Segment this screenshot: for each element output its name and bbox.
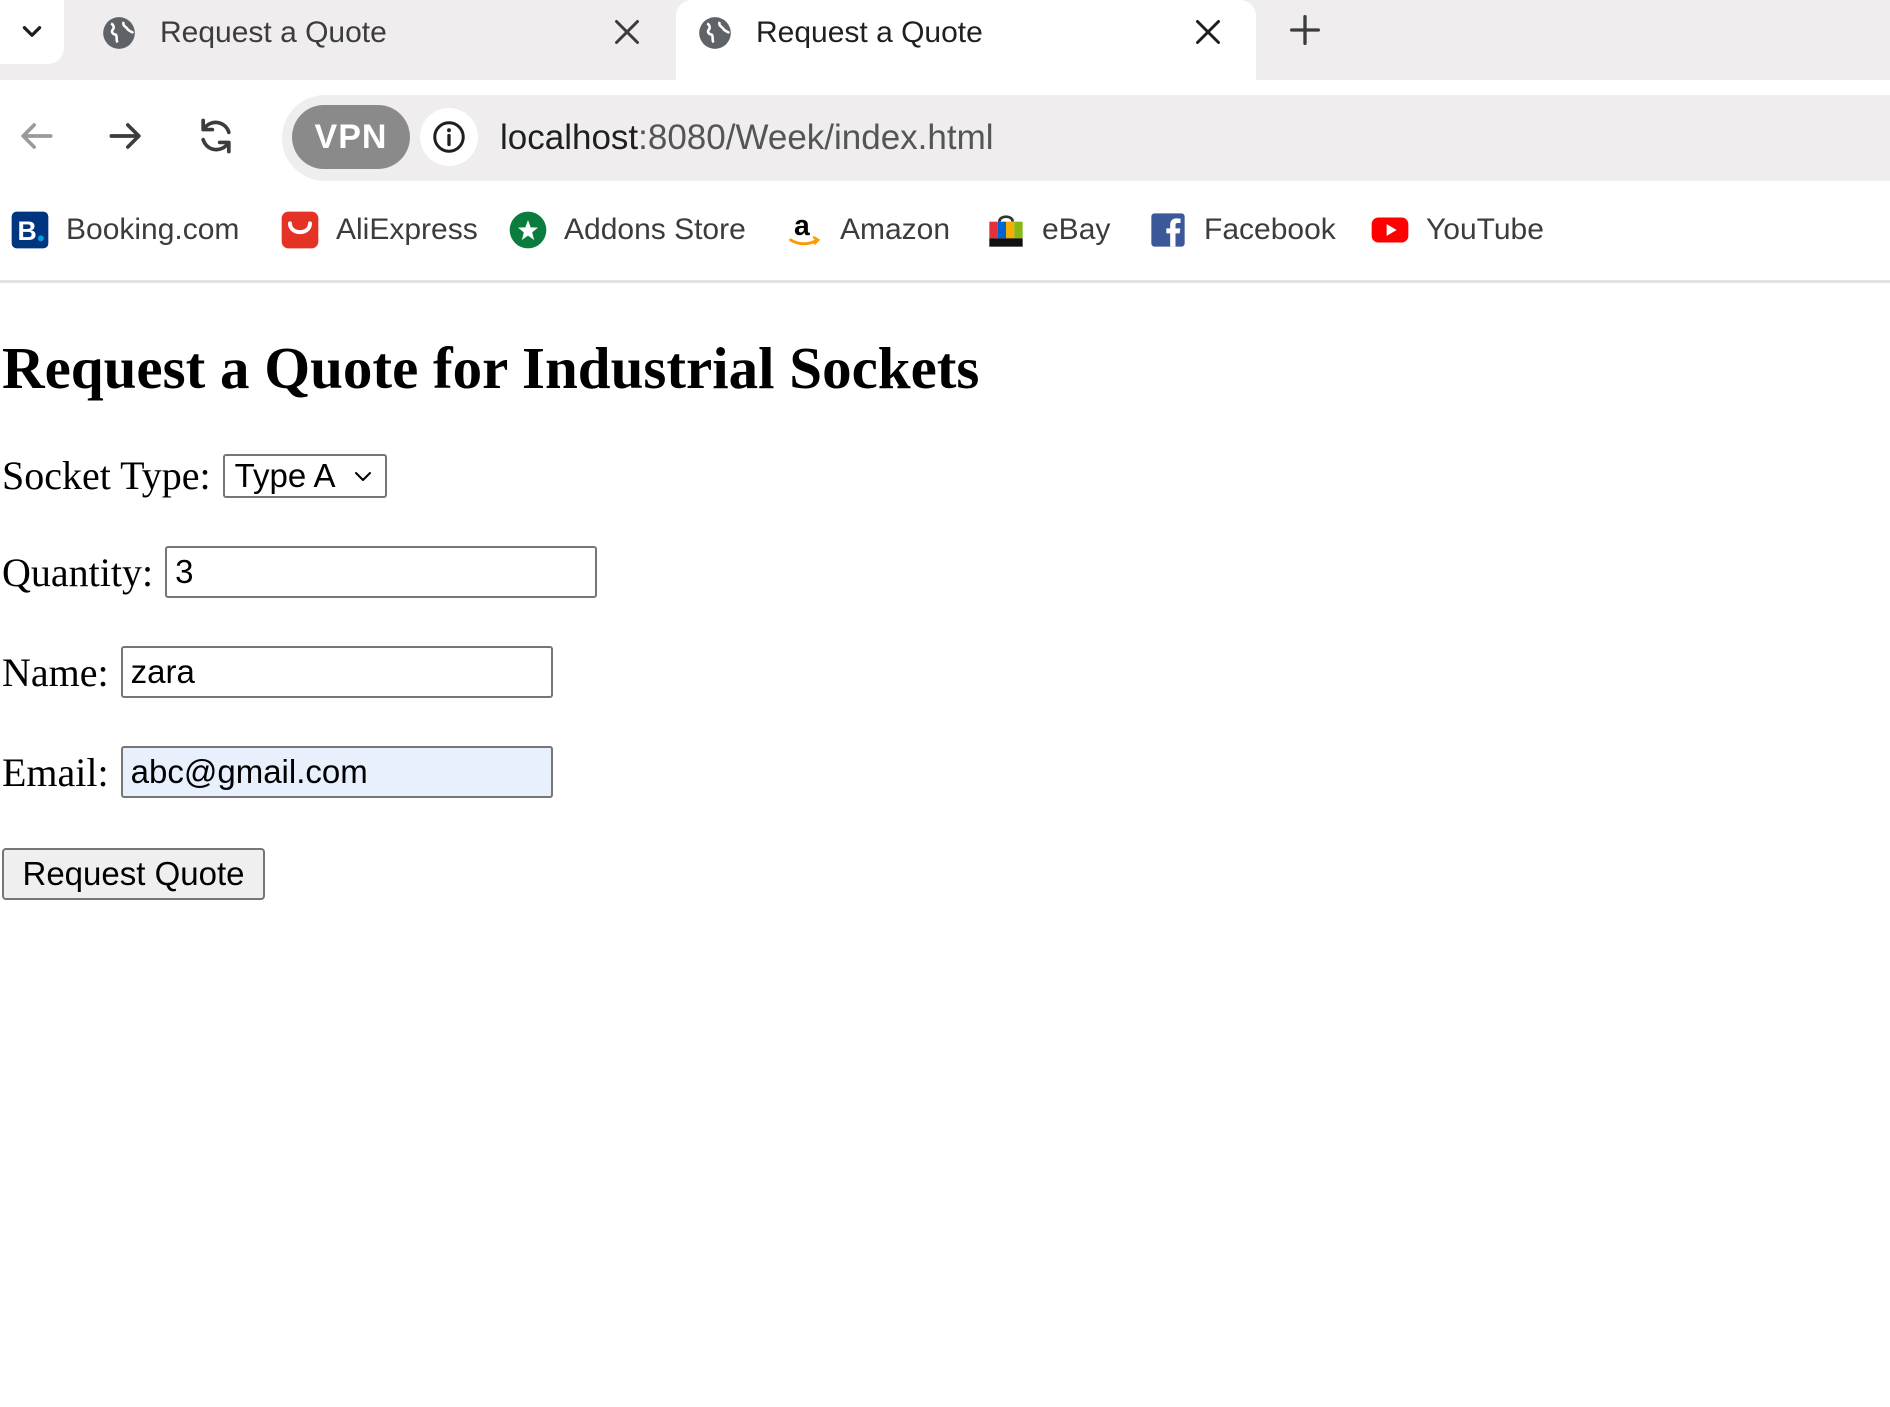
socket-type-selected-value: Type A (234, 456, 336, 494)
back-arrow-icon[interactable] (14, 114, 58, 158)
bookmark-ebay[interactable]: eBay (986, 208, 1110, 252)
close-icon[interactable] (609, 14, 645, 50)
quantity-input[interactable]: 3 (165, 546, 598, 598)
name-row: Name: zara (2, 646, 553, 698)
vpn-label: VPN (314, 117, 388, 156)
svg-text:a: a (794, 210, 810, 242)
page-title: Request a Quote for Industrial Sockets (2, 335, 980, 401)
bookmark-label: AliExpress (336, 213, 478, 246)
chevron-down-icon (354, 471, 371, 481)
toolbar-divider (0, 280, 1890, 283)
bookmark-label: Booking.com (66, 213, 240, 246)
bookmark-label: Amazon (840, 213, 951, 246)
url-text[interactable]: localhost:8080/Week/index.html (500, 116, 994, 160)
tab-request-a-quote-2[interactable]: Request a Quote (676, 0, 1256, 80)
site-info-button[interactable] (420, 108, 478, 166)
socket-type-row: Socket Type: Type A (2, 452, 387, 499)
quantity-label: Quantity: (2, 549, 154, 595)
email-row: Email: abc@gmail.com (2, 746, 553, 798)
bookmark-label: YouTube (1426, 213, 1544, 246)
bookmark-addons-store[interactable]: Addons Store (508, 208, 746, 252)
bookmark-label: Addons Store (564, 213, 746, 246)
booking-icon: B (11, 211, 49, 249)
reload-icon[interactable] (194, 114, 238, 158)
email-input[interactable]: abc@gmail.com (120, 746, 553, 798)
bookmark-label: eBay (1042, 213, 1111, 246)
request-quote-button[interactable]: Request Quote (2, 848, 265, 900)
facebook-icon (1151, 213, 1185, 247)
forward-arrow-icon[interactable] (104, 114, 148, 158)
info-icon (433, 121, 465, 153)
name-label: Name: (2, 649, 109, 695)
url-path: :8080/Week/index.html (638, 118, 994, 157)
tab-strip: Request a Quote Request a Quote (0, 0, 1890, 80)
youtube-icon (1371, 217, 1409, 243)
addons-store-icon (509, 211, 547, 249)
bookmark-youtube[interactable]: YouTube (1370, 208, 1544, 252)
name-input[interactable]: zara (120, 646, 553, 698)
socket-type-label: Socket Type: (2, 453, 211, 498)
globe-icon (103, 17, 135, 49)
tab-title: Request a Quote (756, 16, 983, 49)
bookmark-facebook[interactable]: Facebook (1148, 208, 1336, 252)
close-icon[interactable] (1190, 14, 1226, 50)
vpn-button[interactable]: VPN (292, 105, 410, 169)
chevron-down-icon (22, 26, 42, 37)
bookmark-label: Facebook (1204, 213, 1336, 246)
bookmark-aliexpress[interactable]: AliExpress (280, 208, 478, 252)
amazon-icon: a (789, 210, 821, 246)
tab-request-a-quote-1[interactable]: Request a Quote (80, 0, 675, 80)
tab-title: Request a Quote (160, 16, 387, 49)
ebay-icon (989, 215, 1023, 247)
bookmark-booking[interactable]: B Booking.com (10, 208, 239, 252)
new-tab-plus-icon[interactable] (1285, 10, 1325, 50)
email-label: Email: (2, 749, 109, 795)
svg-text:B: B (18, 216, 37, 246)
socket-type-select[interactable]: Type A (222, 453, 387, 498)
globe-icon (699, 17, 731, 49)
quantity-row: Quantity: 3 (2, 546, 598, 598)
bookmark-amazon[interactable]: a Amazon (784, 208, 950, 252)
tab-search-button[interactable] (0, 0, 64, 64)
aliexpress-icon (281, 211, 319, 249)
url-host: localhost (500, 118, 639, 157)
